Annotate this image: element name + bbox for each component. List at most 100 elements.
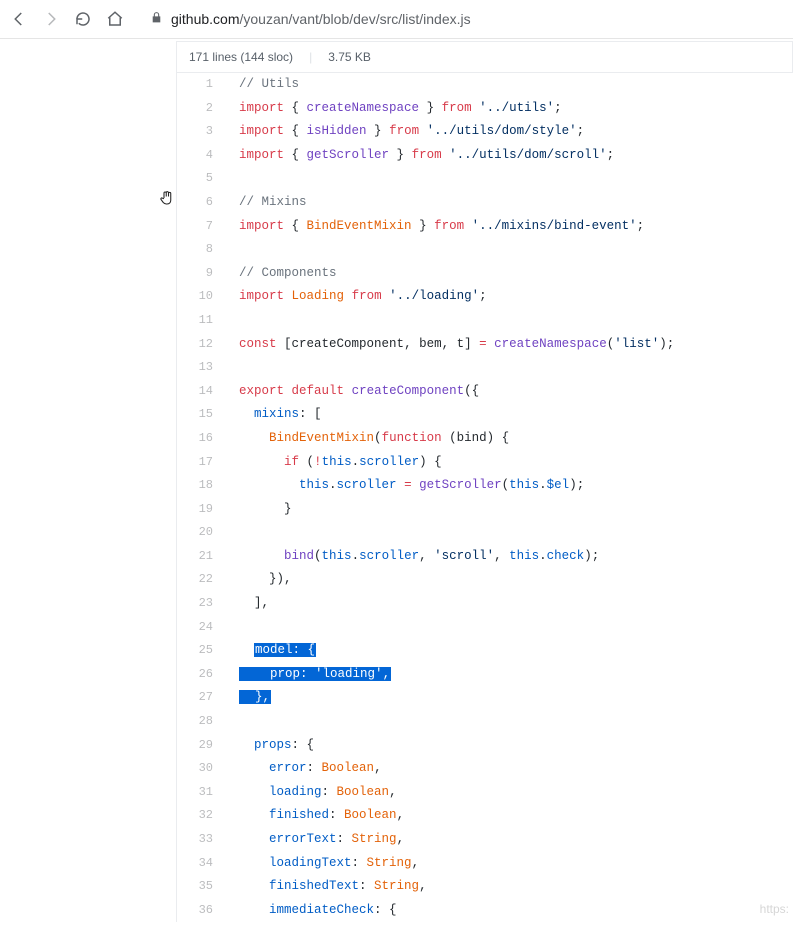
code-line[interactable]: 28 [177,710,793,734]
code-content[interactable] [229,167,239,191]
line-number[interactable]: 27 [177,686,229,710]
code-content[interactable] [229,521,239,545]
code-content[interactable]: model: { [229,639,316,663]
code-content[interactable]: import { getScroller } from '../utils/do… [229,144,614,168]
line-number[interactable]: 17 [177,451,229,475]
code-line[interactable]: 29 props: { [177,734,793,758]
code-line[interactable]: 34 loadingText: String, [177,852,793,876]
line-number[interactable]: 25 [177,639,229,663]
code-line[interactable]: 8 [177,238,793,262]
line-number[interactable]: 14 [177,380,229,404]
line-number[interactable]: 19 [177,498,229,522]
line-number[interactable]: 18 [177,474,229,498]
code-content[interactable]: mixins: [ [229,403,322,427]
code-content[interactable]: immediateCheck: { [229,899,397,923]
code-line[interactable]: 15 mixins: [ [177,403,793,427]
home-icon[interactable] [106,10,124,28]
code-line[interactable]: 27 }, [177,686,793,710]
code-line[interactable]: 11 [177,309,793,333]
code-line[interactable]: 14export default createComponent({ [177,380,793,404]
line-number[interactable]: 22 [177,568,229,592]
code-content[interactable] [229,356,239,380]
code-content[interactable]: errorText: String, [229,828,404,852]
code-line[interactable]: 35 finishedText: String, [177,875,793,899]
code-content[interactable]: } [229,498,292,522]
code-content[interactable]: props: { [229,734,314,758]
line-number[interactable]: 6 [177,191,229,215]
line-number[interactable]: 3 [177,120,229,144]
code-viewer[interactable]: 1// Utils2import { createNamespace } fro… [177,73,793,922]
line-number[interactable]: 32 [177,804,229,828]
code-content[interactable] [229,710,239,734]
code-content[interactable]: export default createComponent({ [229,380,479,404]
line-number[interactable]: 21 [177,545,229,569]
line-number[interactable]: 11 [177,309,229,333]
line-number[interactable]: 8 [177,238,229,262]
code-line[interactable]: 10import Loading from '../loading'; [177,285,793,309]
code-content[interactable]: finished: Boolean, [229,804,404,828]
line-number[interactable]: 26 [177,663,229,687]
code-content[interactable]: import { createNamespace } from '../util… [229,97,562,121]
code-line[interactable]: 4import { getScroller } from '../utils/d… [177,144,793,168]
forward-icon[interactable] [42,10,60,28]
code-line[interactable]: 24 [177,616,793,640]
code-content[interactable]: const [createComponent, bem, t] = create… [229,333,674,357]
code-line[interactable]: 17 if (!this.scroller) { [177,451,793,475]
code-content[interactable]: loading: Boolean, [229,781,397,805]
code-content[interactable] [229,309,239,333]
line-number[interactable]: 35 [177,875,229,899]
line-number[interactable]: 34 [177,852,229,876]
line-number[interactable]: 33 [177,828,229,852]
code-line[interactable]: 5 [177,167,793,191]
code-content[interactable]: ], [229,592,269,616]
code-content[interactable]: // Components [229,262,337,286]
code-content[interactable]: }), [229,568,292,592]
code-content[interactable]: this.scroller = getScroller(this.$el); [229,474,584,498]
line-number[interactable]: 23 [177,592,229,616]
line-number[interactable]: 2 [177,97,229,121]
code-content[interactable]: prop: 'loading', [229,663,391,687]
code-line[interactable]: 12const [createComponent, bem, t] = crea… [177,333,793,357]
code-content[interactable] [229,616,239,640]
line-number[interactable]: 20 [177,521,229,545]
code-content[interactable]: import Loading from '../loading'; [229,285,487,309]
code-line[interactable]: 3import { isHidden } from '../utils/dom/… [177,120,793,144]
code-content[interactable]: import { isHidden } from '../utils/dom/s… [229,120,584,144]
code-content[interactable]: loadingText: String, [229,852,419,876]
address-bar[interactable]: github.com/youzan/vant/blob/dev/src/list… [138,6,783,32]
code-content[interactable]: // Mixins [229,191,307,215]
code-line[interactable]: 6// Mixins [177,191,793,215]
code-content[interactable]: BindEventMixin(function (bind) { [229,427,509,451]
code-line[interactable]: 21 bind(this.scroller, 'scroll', this.ch… [177,545,793,569]
code-content[interactable]: bind(this.scroller, 'scroll', this.check… [229,545,599,569]
line-number[interactable]: 9 [177,262,229,286]
code-line[interactable]: 23 ], [177,592,793,616]
code-line[interactable]: 16 BindEventMixin(function (bind) { [177,427,793,451]
line-number[interactable]: 5 [177,167,229,191]
code-line[interactable]: 18 this.scroller = getScroller(this.$el)… [177,474,793,498]
line-number[interactable]: 10 [177,285,229,309]
code-line[interactable]: 33 errorText: String, [177,828,793,852]
reload-icon[interactable] [74,10,92,28]
line-number[interactable]: 36 [177,899,229,923]
line-number[interactable]: 29 [177,734,229,758]
code-content[interactable]: }, [229,686,271,710]
code-line[interactable]: 9// Components [177,262,793,286]
code-line[interactable]: 36 immediateCheck: { [177,899,793,923]
back-icon[interactable] [10,10,28,28]
code-line[interactable]: 31 loading: Boolean, [177,781,793,805]
code-line[interactable]: 19 } [177,498,793,522]
line-number[interactable]: 7 [177,215,229,239]
code-line[interactable]: 1// Utils [177,73,793,97]
code-line[interactable]: 22 }), [177,568,793,592]
code-content[interactable]: finishedText: String, [229,875,427,899]
line-number[interactable]: 13 [177,356,229,380]
code-line[interactable]: 25 model: { [177,639,793,663]
code-line[interactable]: 26 prop: 'loading', [177,663,793,687]
code-content[interactable]: if (!this.scroller) { [229,451,442,475]
code-line[interactable]: 7import { BindEventMixin } from '../mixi… [177,215,793,239]
code-line[interactable]: 32 finished: Boolean, [177,804,793,828]
code-line[interactable]: 2import { createNamespace } from '../uti… [177,97,793,121]
code-line[interactable]: 13 [177,356,793,380]
code-content[interactable]: error: Boolean, [229,757,382,781]
